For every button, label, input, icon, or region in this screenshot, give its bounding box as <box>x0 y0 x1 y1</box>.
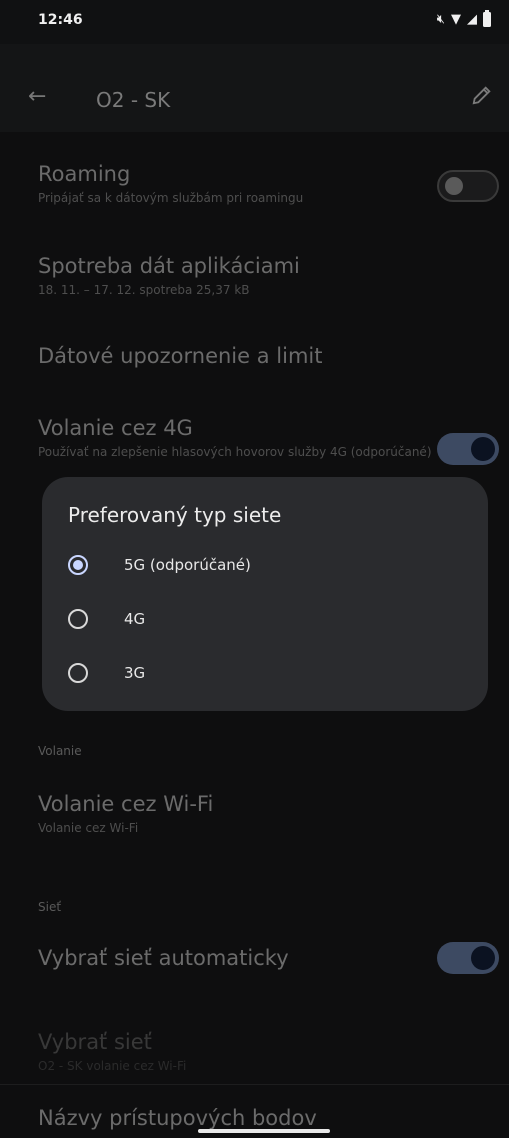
status-icons: 🔇︎ ▼ ◢ <box>436 10 491 27</box>
select-network-title: Vybrať sieť <box>38 1030 152 1054</box>
radio-selected-icon[interactable] <box>68 555 88 575</box>
volte-title: Volanie cez 4G <box>38 416 193 440</box>
option-3g[interactable]: 3G <box>68 655 428 691</box>
option-label: 4G <box>124 610 146 628</box>
radio-icon[interactable] <box>68 663 88 683</box>
data-usage-subtitle: 18. 11. – 17. 12. spotreba 25,37 kB <box>38 283 250 297</box>
roaming-toggle[interactable] <box>437 170 499 202</box>
radio-icon[interactable] <box>68 609 88 629</box>
auto-network-title: Vybrať sieť automaticky <box>38 946 289 970</box>
option-label: 5G (odporúčané) <box>124 556 251 574</box>
signal-icon: ◢ <box>467 12 477 27</box>
status-bar: 12:46 🔇︎ ▼ ◢ <box>0 0 509 44</box>
apn-row[interactable]: Názvy prístupových bodov <box>38 1104 438 1132</box>
toggle-knob <box>471 437 495 461</box>
volte-subtitle: Používať na zlepšenie hlasových hovorov … <box>38 445 432 459</box>
app-bar: ← O2 - SK <box>0 44 509 132</box>
option-label: 3G <box>124 664 146 682</box>
toggle-knob <box>471 946 495 970</box>
auto-network-row[interactable]: Vybrať sieť automaticky <box>38 944 438 972</box>
wifi-icon: ▼ <box>451 12 461 27</box>
divider <box>0 1084 509 1085</box>
wifi-calling-subtitle: Volanie cez Wi-Fi <box>38 821 139 835</box>
roaming-subtitle: Pripájať sa k dátovým službám pri roamin… <box>38 191 304 205</box>
data-usage-title: Spotreba dát aplikáciami <box>38 254 300 278</box>
preferred-network-dialog: Preferovaný typ siete 5G (odporúčané) 4G… <box>42 477 488 711</box>
roaming-row[interactable]: Roaming Pripájať sa k dátovým službám pr… <box>38 160 438 206</box>
volte-row[interactable]: Volanie cez 4G Používať na zlepšenie hla… <box>38 414 438 460</box>
status-time: 12:46 <box>38 12 83 28</box>
select-network-row: Vybrať sieť O2 - SK volanie cez Wi-Fi <box>38 1028 438 1074</box>
calling-section-header: Volanie <box>38 744 82 758</box>
volte-toggle[interactable] <box>437 433 499 465</box>
gesture-handle[interactable] <box>198 1129 330 1133</box>
option-4g[interactable]: 4G <box>68 601 428 637</box>
dialog-title: Preferovaný typ siete <box>68 503 282 527</box>
edit-pencil-icon[interactable] <box>471 84 493 110</box>
auto-network-toggle[interactable] <box>437 942 499 974</box>
data-usage-row[interactable]: Spotreba dát aplikáciami 18. 11. – 17. 1… <box>38 252 438 298</box>
network-section-header: Sieť <box>38 900 62 914</box>
toggle-knob <box>445 177 463 195</box>
battery-icon <box>483 10 491 27</box>
roaming-title: Roaming <box>38 162 131 186</box>
wifi-calling-title: Volanie cez Wi-Fi <box>38 792 214 816</box>
mute-icon: 🔇︎ <box>436 12 445 27</box>
apn-title: Názvy prístupových bodov <box>38 1106 317 1130</box>
data-warning-row[interactable]: Dátové upozornenie a limit <box>38 342 438 370</box>
page-title: O2 - SK <box>96 88 171 112</box>
back-arrow-icon[interactable]: ← <box>28 84 46 109</box>
select-network-subtitle: O2 - SK volanie cez Wi-Fi <box>38 1059 187 1073</box>
wifi-calling-row[interactable]: Volanie cez Wi-Fi Volanie cez Wi-Fi <box>38 790 438 836</box>
data-warning-title: Dátové upozornenie a limit <box>38 344 323 368</box>
option-5g[interactable]: 5G (odporúčané) <box>68 547 428 583</box>
